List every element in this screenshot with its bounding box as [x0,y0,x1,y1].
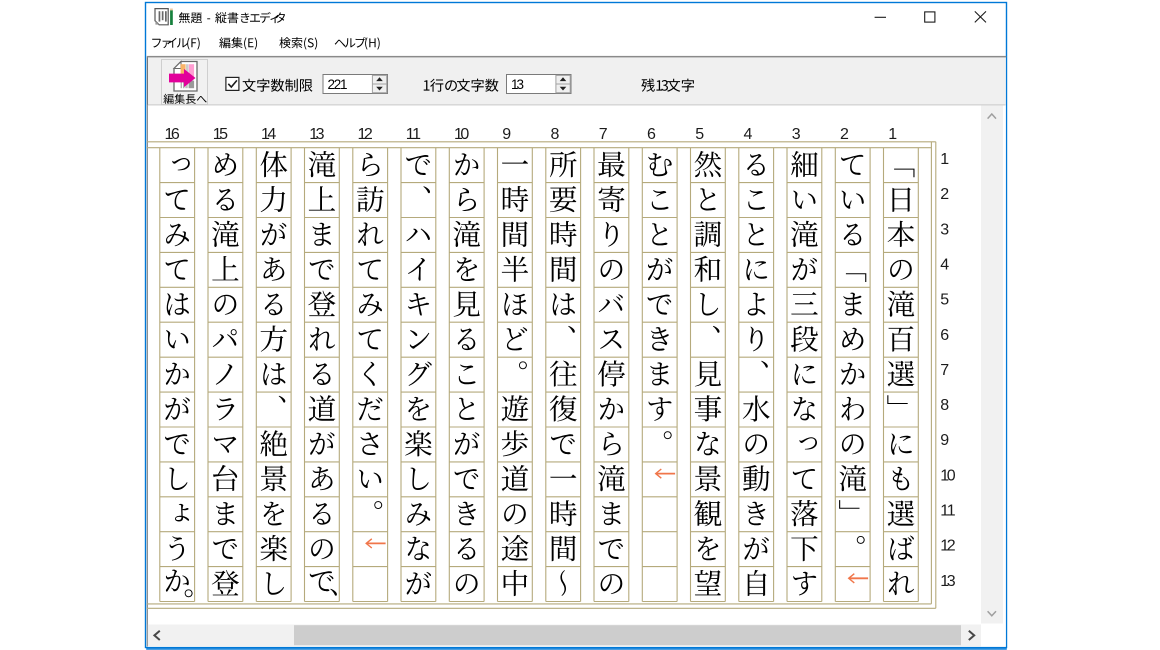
svg-text:12: 12 [358,126,373,143]
svg-text:4: 4 [940,256,949,273]
svg-text:13: 13 [309,126,324,143]
svg-text:2: 2 [840,126,849,143]
svg-text:11: 11 [406,126,421,143]
svg-text:221: 221 [328,77,348,92]
svg-text:4: 4 [744,126,753,143]
svg-text:7: 7 [599,126,608,143]
svg-text:9: 9 [940,432,949,449]
svg-text:8: 8 [551,126,560,143]
svg-text:13: 13 [511,77,524,92]
svg-text:6: 6 [647,126,656,143]
svg-text:15: 15 [213,126,228,143]
svg-text:3: 3 [940,221,949,238]
svg-text:14: 14 [261,126,276,143]
svg-text:13: 13 [940,573,955,590]
svg-text:1: 1 [940,151,949,168]
svg-text:11: 11 [940,503,955,520]
svg-text:3: 3 [792,126,801,143]
svg-text:12: 12 [940,538,955,555]
svg-text:10: 10 [940,467,955,484]
svg-text:8: 8 [940,397,949,414]
svg-text:16: 16 [165,126,180,143]
svg-text:9: 9 [502,126,511,143]
svg-text:10: 10 [454,126,469,143]
svg-text:7: 7 [940,362,949,379]
svg-text:2: 2 [940,186,949,203]
svg-text:1: 1 [888,126,897,143]
svg-text:5: 5 [940,292,949,309]
svg-text:5: 5 [695,126,704,143]
svg-text:6: 6 [940,327,949,344]
